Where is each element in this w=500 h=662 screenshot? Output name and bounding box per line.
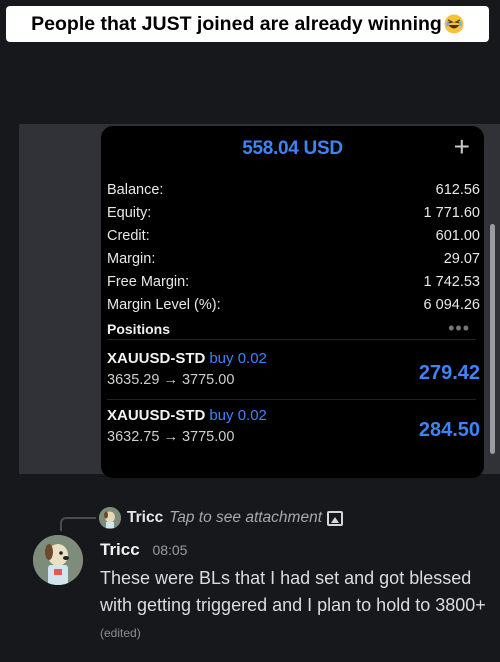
scrollbar[interactable]	[490, 224, 495, 454]
reply-preview[interactable]: Tricc Tap to see attachment	[99, 507, 344, 529]
summary-label: Margin:	[107, 251, 156, 268]
summary-label: Credit:	[107, 228, 150, 245]
dog-avatar-icon	[99, 507, 121, 529]
positions-heading: Positions	[107, 321, 171, 337]
summary-value: 1 742.53	[423, 274, 480, 290]
image-icon	[327, 510, 344, 526]
account-summary: Balance: 612.56 Equity: 1 771.60 Credit:…	[107, 179, 480, 316]
account-profit-header: 558.04 USD	[242, 138, 343, 159]
caption-text: People that JUST joined are already winn…	[31, 12, 442, 35]
message-text: These were BLs that I had set and got bl…	[100, 568, 486, 615]
summary-label: Margin Level (%):	[107, 296, 221, 313]
position-profit: 279.42	[418, 362, 480, 384]
position-row[interactable]: XAUUSD-STD buy 0.02 3632.75 → 3775.00 284…	[107, 407, 480, 445]
summary-row-margin: Margin: 29.07	[107, 248, 480, 271]
divider	[107, 399, 476, 400]
position-side: buy 0.02	[209, 350, 267, 367]
add-button[interactable]: +	[454, 131, 470, 163]
more-options-icon[interactable]: •••	[448, 318, 470, 339]
laughing-emoji-icon	[444, 14, 464, 34]
summary-label: Free Margin:	[107, 274, 190, 290]
trading-panel: 558.04 USD + Balance: 612.56 Equity: 1 7…	[101, 126, 484, 478]
summary-value: 29.07	[443, 251, 480, 268]
summary-row-margin-level: Margin Level (%): 6 094.26	[107, 293, 480, 316]
message-timestamp: 08:05	[152, 542, 188, 558]
position-profit: 284.50	[418, 419, 480, 441]
summary-row-equity: Equity: 1 771.60	[107, 202, 480, 225]
message-author[interactable]: Tricc	[100, 540, 140, 559]
position-symbol: XAUUSD-STD	[107, 350, 206, 367]
message-body: These were BLs that I had set and got bl…	[100, 565, 490, 647]
summary-label: Equity:	[107, 205, 152, 222]
reply-attachment-text: Tap to see attachment	[169, 509, 323, 526]
summary-label: Balance:	[107, 182, 164, 199]
summary-row-free-margin: Free Margin: 1 742.53	[107, 271, 480, 294]
position-symbol: XAUUSD-STD	[107, 407, 206, 424]
summary-value: 1 771.60	[423, 205, 480, 222]
summary-row-credit: Credit: 601.00	[107, 225, 480, 248]
edited-label: (edited)	[100, 626, 141, 640]
dog-avatar-icon	[33, 535, 83, 585]
reply-author: Tricc	[127, 509, 164, 526]
summary-row-balance: Balance: 612.56	[107, 179, 480, 202]
position-side: buy 0.02	[209, 407, 267, 424]
divider	[107, 339, 476, 340]
caption-banner: People that JUST joined are already winn…	[6, 6, 489, 42]
reply-avatar	[99, 507, 121, 529]
position-row[interactable]: XAUUSD-STD buy 0.02 3635.29 → 3775.00 279…	[107, 350, 480, 388]
summary-value: 6 094.26	[423, 296, 480, 313]
summary-value: 601.00	[435, 228, 480, 245]
summary-value: 612.56	[435, 182, 480, 199]
reply-connector	[60, 517, 96, 531]
avatar[interactable]	[33, 535, 83, 585]
message-header: Tricc 08:05	[100, 540, 187, 560]
